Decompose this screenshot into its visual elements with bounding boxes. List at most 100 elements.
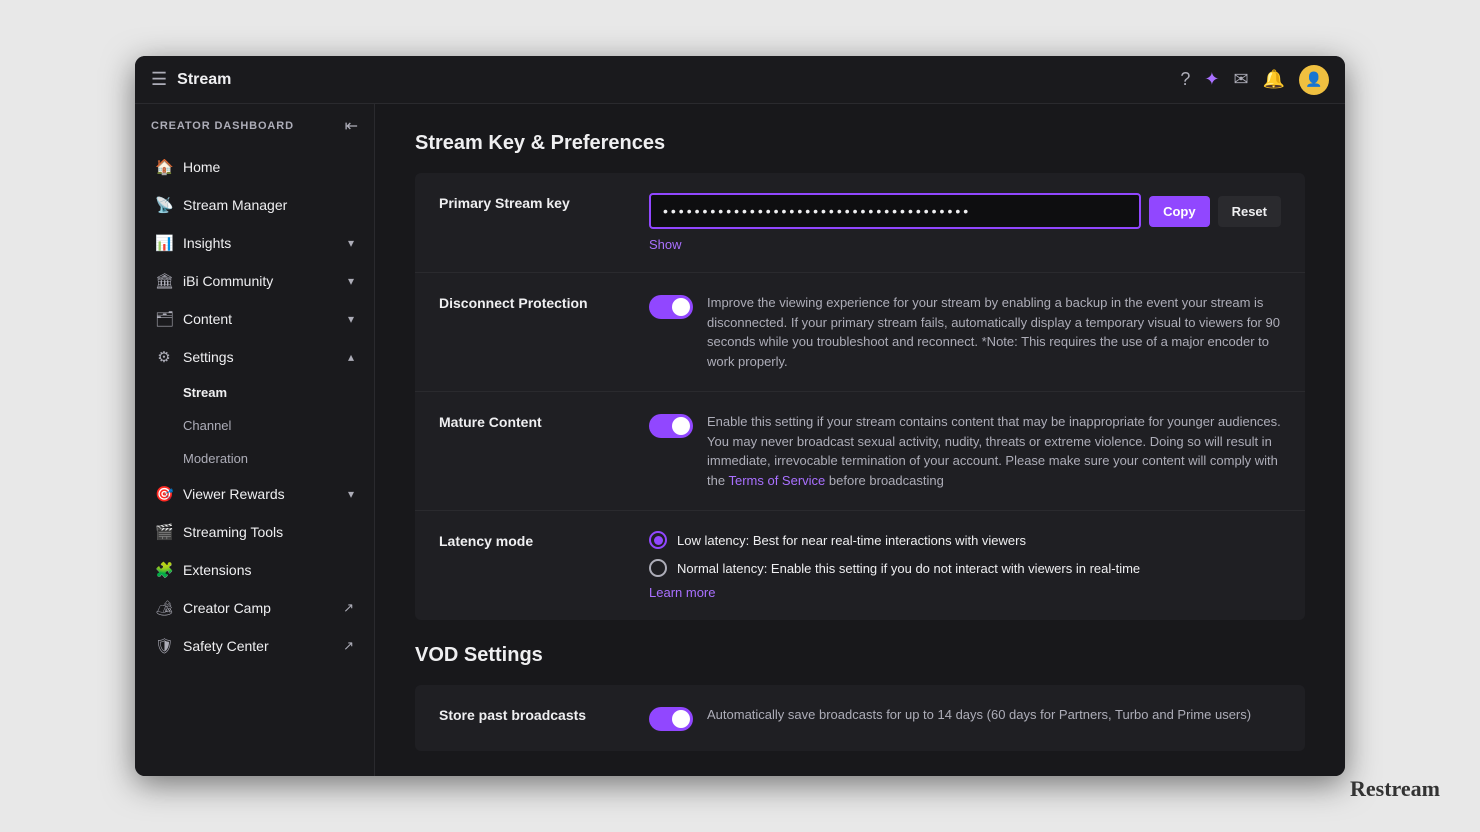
- primary-stream-key-row: Primary Stream key Copy Reset Show: [415, 173, 1305, 273]
- safety-center-icon: 🛡: [155, 637, 173, 655]
- content-chevron-icon: ▾: [348, 312, 354, 326]
- sidebar-label-stream-manager: Stream Manager: [183, 197, 287, 213]
- low-latency-radio-inner: [654, 536, 663, 545]
- body: Creator Dashboard ⇤ 🏠 Home 📡 Stream Mana…: [135, 104, 1345, 776]
- store-broadcasts-toggle-row: Automatically save broadcasts for up to …: [649, 705, 1281, 731]
- insights-icon: 📊: [155, 234, 173, 252]
- user-avatar[interactable]: 👤: [1299, 65, 1329, 95]
- mature-content-label: Mature Content: [439, 412, 629, 430]
- extensions-icon: 🧩: [155, 561, 173, 579]
- notification-icon[interactable]: 🔔: [1263, 69, 1285, 90]
- normal-latency-label: Normal latency: Enable this setting if y…: [677, 561, 1140, 576]
- help-icon[interactable]: ?: [1180, 69, 1190, 90]
- normal-latency-option[interactable]: Normal latency: Enable this setting if y…: [649, 559, 1281, 577]
- disconnect-toggle-row: Improve the viewing experience for your …: [649, 293, 1281, 371]
- latency-radio-group: Low latency: Best for near real-time int…: [649, 531, 1281, 577]
- insights-chevron-icon: ▾: [348, 236, 354, 250]
- sidebar-item-home[interactable]: 🏠 Home: [139, 149, 370, 185]
- latency-mode-content: Low latency: Best for near real-time int…: [649, 531, 1281, 600]
- disconnect-protection-row: Disconnect Protection Improve the viewin…: [415, 273, 1305, 392]
- sidebar-item-safety-center[interactable]: 🛡 Safety Center ↗: [139, 628, 370, 664]
- mail-icon[interactable]: ✉: [1233, 69, 1248, 90]
- mature-content-toggle[interactable]: [649, 414, 693, 438]
- store-broadcasts-toggle[interactable]: [649, 707, 693, 731]
- main-content: Stream Key & Preferences Primary Stream …: [375, 104, 1345, 776]
- stream-key-card: Primary Stream key Copy Reset Show Disco…: [415, 173, 1305, 620]
- toggle-thumb: [672, 298, 690, 316]
- disconnect-protection-content: Improve the viewing experience for your …: [649, 293, 1281, 371]
- content-icon: 🗂: [155, 310, 173, 328]
- show-link[interactable]: Show: [649, 237, 1281, 252]
- creator-camp-icon: 🏕: [155, 599, 173, 617]
- sidebar-label-content: Content: [183, 311, 232, 327]
- safety-center-external-icon: ↗: [343, 638, 354, 654]
- latency-mode-label: Latency mode: [439, 531, 629, 549]
- mature-content-content: Enable this setting if your stream conta…: [649, 412, 1281, 490]
- sidebar-label-safety-center: Safety Center: [183, 638, 269, 654]
- sidebar-item-insights[interactable]: 📊 Insights ▾: [139, 225, 370, 261]
- sidebar-item-extensions[interactable]: 🧩 Extensions: [139, 552, 370, 588]
- mature-toggle-thumb: [672, 417, 690, 435]
- stream-key-content: Copy Reset Show: [649, 193, 1281, 252]
- sidebar-sub-item-moderation[interactable]: Moderation: [139, 443, 370, 474]
- community-chevron-icon: ▾: [348, 274, 354, 288]
- sidebar: Creator Dashboard ⇤ 🏠 Home 📡 Stream Mana…: [135, 104, 375, 776]
- sidebar-label-insights: Insights: [183, 235, 231, 251]
- sidebar-item-content[interactable]: 🗂 Content ▾: [139, 301, 370, 337]
- page-title: Stream Key & Preferences: [415, 132, 1305, 155]
- sub-item-moderation-label: Moderation: [183, 451, 248, 466]
- reset-button[interactable]: Reset: [1218, 196, 1281, 227]
- normal-latency-radio-outer: [649, 559, 667, 577]
- streaming-tools-icon: 🎬: [155, 523, 173, 541]
- creator-camp-external-icon: ↗: [343, 600, 354, 616]
- titlebar-left: ☰ Stream: [151, 69, 1180, 90]
- home-icon: 🏠: [155, 158, 173, 176]
- mature-content-row: Mature Content Enable this setting if yo…: [415, 392, 1305, 511]
- low-latency-radio-outer: [649, 531, 667, 549]
- mature-toggle-row: Enable this setting if your stream conta…: [649, 412, 1281, 490]
- restream-watermark: Restream: [1350, 776, 1440, 802]
- stream-key-label: Primary Stream key: [439, 193, 629, 211]
- store-broadcasts-content: Automatically save broadcasts for up to …: [649, 705, 1281, 731]
- sidebar-item-community[interactable]: 🏛 iBi Community ▾: [139, 263, 370, 299]
- sidebar-label-creator-camp: Creator Camp: [183, 600, 271, 616]
- sidebar-item-streaming-tools[interactable]: 🎬 Streaming Tools: [139, 514, 370, 550]
- store-broadcasts-label: Store past broadcasts: [439, 705, 629, 723]
- stream-key-input[interactable]: [649, 193, 1141, 229]
- sidebar-label-streaming-tools: Streaming Tools: [183, 524, 283, 540]
- disconnect-protection-description: Improve the viewing experience for your …: [707, 293, 1281, 371]
- sidebar-item-viewer-rewards[interactable]: 🎯 Viewer Rewards ▾: [139, 476, 370, 512]
- viewer-rewards-icon: 🎯: [155, 485, 173, 503]
- sub-item-channel-label: Channel: [183, 418, 231, 433]
- vod-settings-title: VOD Settings: [415, 644, 1305, 667]
- sidebar-item-creator-camp[interactable]: 🏕 Creator Camp ↗: [139, 590, 370, 626]
- disconnect-protection-label: Disconnect Protection: [439, 293, 629, 311]
- copy-button[interactable]: Copy: [1149, 196, 1210, 227]
- store-broadcasts-row: Store past broadcasts Automatically save…: [415, 685, 1305, 751]
- sidebar-label-community: iBi Community: [183, 273, 273, 289]
- sub-item-stream-label: Stream: [183, 385, 227, 400]
- sidebar-item-stream-manager[interactable]: 📡 Stream Manager: [139, 187, 370, 223]
- sidebar-header-label: Creator Dashboard: [151, 120, 294, 132]
- settings-icon: ⚙: [155, 348, 173, 366]
- mature-content-description: Enable this setting if your stream conta…: [707, 412, 1281, 490]
- sidebar-item-settings[interactable]: ⚙ Settings ▴: [139, 339, 370, 375]
- window-title: Stream: [177, 71, 231, 89]
- latency-mode-row: Latency mode Low latency: Best for near …: [415, 511, 1305, 620]
- sidebar-label-viewer-rewards: Viewer Rewards: [183, 486, 285, 502]
- premium-icon[interactable]: ✦: [1204, 69, 1219, 90]
- terms-of-service-link[interactable]: Terms of Service: [728, 473, 825, 488]
- collapse-sidebar-icon[interactable]: ⇤: [345, 116, 358, 136]
- titlebar-right: ? ✦ ✉ 🔔 👤: [1180, 65, 1329, 95]
- sidebar-label-extensions: Extensions: [183, 562, 251, 578]
- sidebar-header: Creator Dashboard ⇤: [135, 104, 374, 148]
- menu-icon[interactable]: ☰: [151, 69, 167, 90]
- stream-manager-icon: 📡: [155, 196, 173, 214]
- sidebar-sub-item-channel[interactable]: Channel: [139, 410, 370, 441]
- low-latency-option[interactable]: Low latency: Best for near real-time int…: [649, 531, 1281, 549]
- sidebar-label-home: Home: [183, 159, 220, 175]
- sidebar-sub-item-stream[interactable]: Stream: [139, 377, 370, 408]
- store-broadcasts-description: Automatically save broadcasts for up to …: [707, 705, 1251, 725]
- learn-more-link[interactable]: Learn more: [649, 585, 1281, 600]
- disconnect-protection-toggle[interactable]: [649, 295, 693, 319]
